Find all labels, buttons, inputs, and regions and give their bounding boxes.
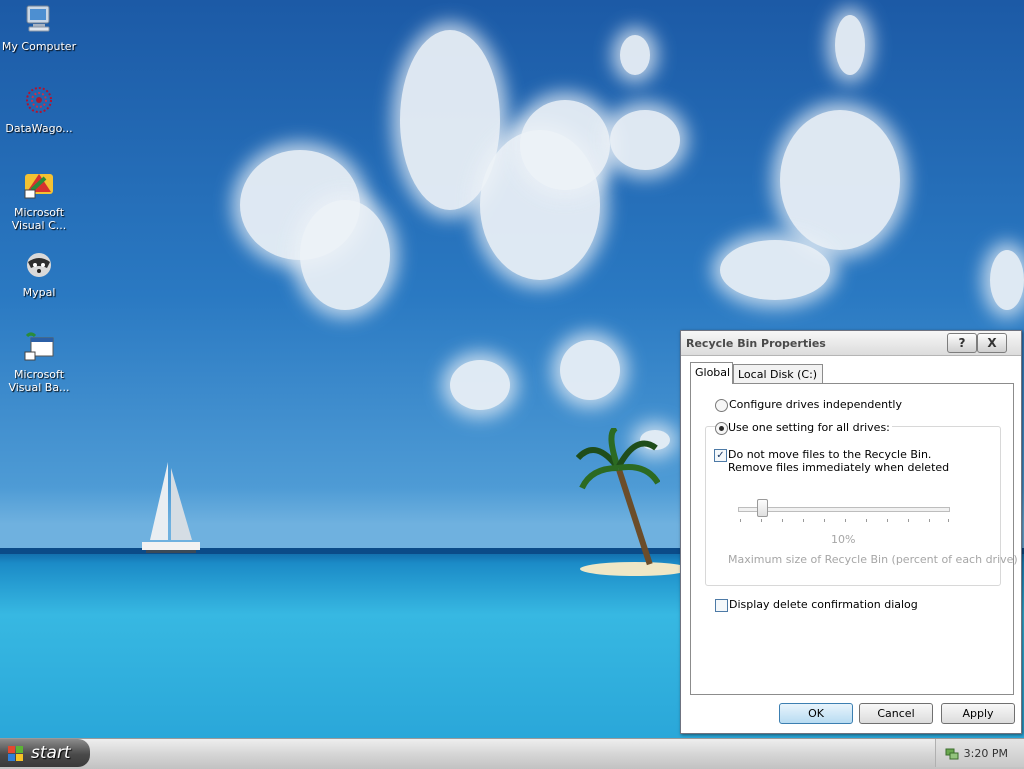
- cloud: [720, 240, 830, 300]
- help-button[interactable]: ?: [947, 333, 977, 353]
- desktop-icon-datawago[interactable]: DataWago...: [1, 84, 77, 135]
- close-button[interactable]: X: [977, 333, 1007, 353]
- desktop-icon-visual-c[interactable]: Microsoft Visual C...: [1, 168, 77, 232]
- mypal-icon: [27, 253, 51, 277]
- use-one-setting-radio[interactable]: [715, 422, 728, 435]
- desktop-icon-label: Microsoft Visual C...: [11, 206, 67, 232]
- desktop-icon-label: DataWago...: [5, 122, 73, 135]
- slider-caption: Maximum size of Recycle Bin (percent of …: [728, 553, 1018, 566]
- cloud: [620, 35, 650, 75]
- start-button[interactable]: start: [0, 739, 90, 767]
- configure-independently-label[interactable]: Configure drives independently: [729, 398, 902, 411]
- one-setting-group: Use one setting for all drives: ✓ Do not…: [705, 421, 1018, 586]
- cloud: [610, 110, 680, 170]
- slider-tick: [887, 519, 888, 522]
- desktop-icon-label: My Computer: [1, 40, 77, 53]
- desktop-icon-label: Mypal: [22, 286, 56, 299]
- do-not-move-checkbox[interactable]: ✓: [714, 449, 727, 462]
- tab-local-disk[interactable]: Local Disk (C:): [733, 364, 823, 384]
- cloud: [835, 15, 865, 75]
- do-not-move-label[interactable]: Do not move files to the Recycle Bin.: [728, 448, 931, 461]
- slider-tick: [782, 519, 783, 522]
- slider-value: 10%: [831, 533, 856, 546]
- clock[interactable]: 3:20 PM: [964, 747, 1008, 760]
- cloud: [780, 110, 900, 250]
- tab-panel-global: Configure drives independently Use one s…: [690, 383, 1018, 695]
- display-confirmation-checkbox[interactable]: [715, 599, 728, 612]
- cloud: [560, 340, 620, 400]
- cancel-button[interactable]: Cancel: [859, 703, 933, 724]
- slider-tick: [845, 519, 846, 522]
- start-label: start: [31, 743, 71, 763]
- remove-immediately-label: Remove files immediately when deleted: [728, 461, 950, 474]
- slider-tick: [803, 519, 804, 522]
- max-size-slider-track: [738, 507, 950, 512]
- max-size-slider-thumb[interactable]: [757, 499, 768, 517]
- display-confirmation-label[interactable]: Display delete confirmation dialog: [729, 598, 918, 611]
- slider-tick: [866, 519, 867, 522]
- system-tray: 3:20 PM: [935, 739, 1024, 767]
- my-computer-icon: [26, 5, 50, 32]
- slider-tick: [761, 519, 762, 522]
- taskbar: start 3:20 PM: [0, 738, 1024, 769]
- ok-button[interactable]: OK: [779, 703, 853, 724]
- windows-flag-icon: [8, 746, 23, 761]
- desktop-icon-label: Microsoft Visual Ba...: [8, 368, 70, 394]
- cloud: [520, 100, 610, 190]
- desktop-icon-my-computer[interactable]: My Computer: [1, 2, 77, 53]
- apply-button[interactable]: Apply: [941, 703, 1015, 724]
- desktop-icon-visual-basic[interactable]: Microsoft Visual Ba...: [1, 330, 77, 394]
- visual-basic-icon: [24, 332, 54, 361]
- datawago-icon: [26, 87, 52, 113]
- configure-independently-radio[interactable]: [715, 399, 728, 412]
- sailboat: [142, 462, 200, 553]
- visual-c-icon: [24, 174, 53, 199]
- dialog-title: Recycle Bin Properties: [686, 337, 826, 350]
- slider-tick: [824, 519, 825, 522]
- desktop-icon-mypal[interactable]: Mypal: [1, 248, 77, 299]
- cloud: [450, 360, 510, 410]
- palm-tree-leaves: [576, 428, 660, 490]
- use-one-setting-label[interactable]: Use one setting for all drives:: [728, 421, 892, 434]
- slider-tick: [740, 519, 741, 522]
- tab-global[interactable]: Global: [690, 362, 733, 384]
- cloud: [300, 200, 390, 310]
- network-tray-icon[interactable]: [944, 745, 960, 761]
- slider-tick: [948, 519, 949, 522]
- island-sand: [580, 562, 690, 576]
- slider-tick: [929, 519, 930, 522]
- recycle-bin-properties-dialog: Recycle Bin Properties ? X Global Local …: [680, 330, 1022, 734]
- cloud: [990, 250, 1024, 310]
- dialog-titlebar[interactable]: Recycle Bin Properties ? X: [681, 331, 1021, 356]
- slider-tick: [908, 519, 909, 522]
